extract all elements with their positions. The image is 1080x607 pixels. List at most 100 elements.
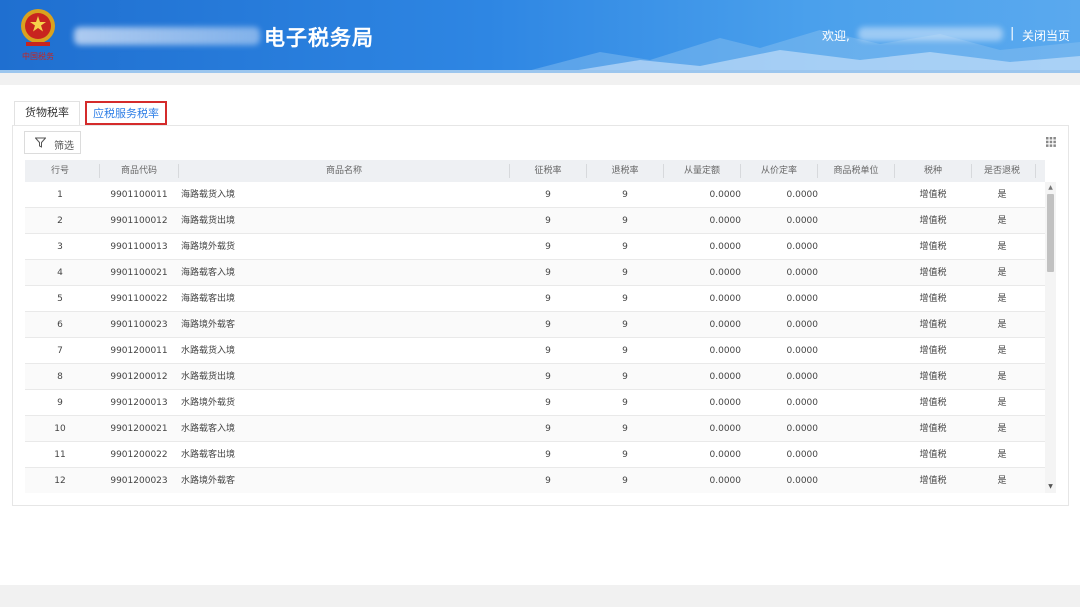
cell-levy-rate: 9 [545,346,551,356]
table-row[interactable]: 10 9901200021 水路载客入境 9 9 0.0000 0.0000 增值税 是 [25,416,1045,442]
column-header-levy-rate[interactable]: 征税率 [509,160,587,182]
column-header-tax-type[interactable]: 税种 [894,160,972,182]
cell-code: 9901100012 [110,216,168,226]
cell-tax-type: 增值税 [919,294,947,304]
site-title: 电子税务局 [264,26,374,50]
scroll-thumb[interactable] [1047,194,1054,272]
column-header-tax-unit[interactable]: 商品税单位 [817,160,895,182]
cell-levy-rate: 9 [545,242,551,252]
cell-refundable: 是 [997,268,1007,278]
cell-refundable: 是 [997,190,1007,200]
cell-refund-rate: 9 [622,242,628,252]
cell-refundable: 是 [997,398,1007,408]
cell-name: 海路境外载客 [181,320,236,330]
cell-refundable: 是 [997,372,1007,382]
table-row[interactable]: 7 9901200011 水路载货入境 9 9 0.0000 0.0000 增值税 是 [25,338,1045,364]
scroll-down-arrow-icon[interactable]: ▼ [1045,483,1056,491]
header-bottom-line [0,70,1080,73]
vertical-scrollbar[interactable]: ▲ ▼ [1045,182,1056,493]
welcome-text: 欢迎, [822,29,850,43]
cell-row-no: 10 [54,424,66,434]
table-row[interactable]: 11 9901200022 水路载客出境 9 9 0.0000 0.0000 增值税 是 [25,442,1045,468]
header-separator: | [1010,26,1015,41]
cell-tax-type: 增值税 [919,424,947,434]
table-row[interactable]: 2 9901100012 海路载货出境 9 9 0.0000 0.0000 增值税 是 [25,208,1045,234]
cell-tax-unit [817,442,895,468]
cell-value-rate: 0.0000 [786,320,819,330]
cell-quantity-rate: 0.0000 [709,190,742,200]
table-row[interactable]: 3 9901100013 海路境外载货 9 9 0.0000 0.0000 增值税 是 [25,234,1045,260]
cell-tax-type: 增值税 [919,398,947,408]
cell-levy-rate: 9 [545,216,551,226]
column-header-name[interactable]: 商品名称 [178,160,510,182]
cell-levy-rate: 9 [545,372,551,382]
cell-value-rate: 0.0000 [786,424,819,434]
tab-goods-tax-rate[interactable]: 货物税率 [14,101,80,125]
cell-levy-rate: 9 [545,190,551,200]
cell-row-no: 9 [57,398,63,408]
table-row[interactable]: 8 9901200012 水路载货出境 9 9 0.0000 0.0000 增值税 是 [25,364,1045,390]
cell-value-rate: 0.0000 [786,450,819,460]
cell-name: 海路载货出境 [181,216,236,226]
cell-row-no: 3 [57,242,63,252]
cell-code: 9901100022 [110,294,168,304]
cell-refund-rate: 9 [622,398,628,408]
scroll-up-arrow-icon[interactable]: ▲ [1045,184,1056,192]
cell-tax-unit [817,416,895,442]
cell-row-no: 1 [57,190,63,200]
cell-tax-type: 增值税 [919,268,947,278]
table-body: 1 9901100011 海路载货入境 9 9 0.0000 0.0000 增值税是 2 9901… [25,182,1045,493]
cell-code: 9901200011 [110,346,168,356]
cell-refund-rate: 9 [622,346,628,356]
cell-code: 9901200023 [110,476,168,486]
cell-value-rate: 0.0000 [786,216,819,226]
cell-name: 海路载货入境 [181,190,236,200]
cell-code: 9901200021 [110,424,168,434]
column-header-refund-rate[interactable]: 退税率 [586,160,664,182]
filter-button[interactable]: 筛选 [24,131,81,154]
cell-tax-unit [817,208,895,234]
table-row[interactable]: 4 9901100021 海路载客入境 9 9 0.0000 0.0000 增值税 是 [25,260,1045,286]
cell-refund-rate: 9 [622,190,628,200]
column-header-row-no[interactable]: 行号 [25,160,95,182]
cell-quantity-rate: 0.0000 [709,294,742,304]
tab-service-tax-rate[interactable]: 应税服务税率 [85,101,167,125]
grid-icon[interactable] [1046,137,1056,147]
emblem-caption: 中国税务 [22,51,54,61]
cell-refundable: 是 [997,450,1007,460]
cell-refundable: 是 [997,424,1007,434]
cell-refundable: 是 [997,346,1007,356]
cell-value-rate: 0.0000 [786,476,819,486]
column-header-value-rate[interactable]: 从价定率 [740,160,818,182]
cell-tax-unit [817,312,895,338]
cell-value-rate: 0.0000 [786,346,819,356]
cell-code: 9901100023 [110,320,168,330]
table-row[interactable]: 12 9901200023 水路境外载客 9 9 0.0000 0.0000 增值税 是 [25,468,1045,493]
cell-refund-rate: 9 [622,294,628,304]
cell-tax-unit [817,286,895,312]
filter-label: 筛选 [54,141,74,152]
close-page-link[interactable]: 关闭当页 [1022,27,1070,44]
table-row[interactable]: 9 9901200013 水路境外载货 9 9 0.0000 0.0000 增值税 是 [25,390,1045,416]
cell-tax-type: 增值税 [919,216,947,226]
table-row[interactable]: 5 9901100022 海路载客出境 9 9 0.0000 0.0000 增值税 是 [25,286,1045,312]
cell-name: 水路载货入境 [181,346,236,356]
cell-levy-rate: 9 [545,398,551,408]
cell-refund-rate: 9 [622,320,628,330]
cell-quantity-rate: 0.0000 [709,372,742,382]
cell-tax-type: 增值税 [919,372,947,382]
column-divider [1035,164,1036,178]
column-header-quantity-rate[interactable]: 从量定额 [663,160,741,182]
cell-quantity-rate: 0.0000 [709,268,742,278]
column-header-code[interactable]: 商品代码 [99,160,179,182]
table-row[interactable]: 6 9901100023 海路境外载客 9 9 0.0000 0.0000 增值税 是 [25,312,1045,338]
cell-code: 9901100021 [110,268,168,278]
column-header-refundable[interactable]: 是否退税 [971,160,1033,182]
cell-refundable: 是 [997,320,1007,330]
cell-quantity-rate: 0.0000 [709,398,742,408]
cell-levy-rate: 9 [545,476,551,486]
table-row[interactable]: 1 9901100011 海路载货入境 9 9 0.0000 0.0000 增值税 是 [25,182,1045,208]
cell-name: 水路载客入境 [181,424,236,434]
cell-quantity-rate: 0.0000 [709,476,742,486]
cell-row-no: 5 [57,294,63,304]
